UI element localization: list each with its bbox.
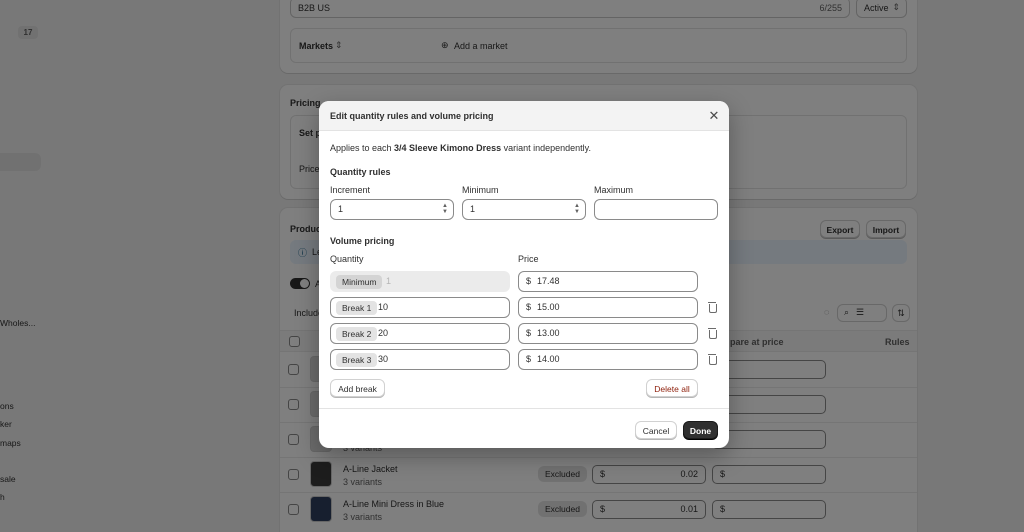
- delete-icon[interactable]: [707, 354, 717, 365]
- quantity-tag: Minimum: [336, 275, 383, 289]
- price-input[interactable]: $ 15.00: [518, 297, 698, 318]
- currency-symbol: $: [526, 328, 532, 338]
- delete-all-button[interactable]: Delete all: [646, 379, 698, 397]
- increment-label: Increment: [330, 185, 371, 195]
- price-input[interactable]: $ 14.00: [518, 349, 698, 370]
- quantity-tag: Break 1: [336, 301, 378, 315]
- done-button[interactable]: Done: [683, 421, 718, 439]
- minimum-label: Minimum: [462, 185, 499, 195]
- quantity-value: 20: [378, 328, 389, 338]
- volume-pricing-heading: Volume pricing: [330, 236, 395, 246]
- quantity-tag: Break 2: [336, 327, 378, 341]
- maximum-input[interactable]: [594, 199, 718, 220]
- currency-symbol: $: [526, 302, 532, 312]
- close-icon[interactable]: ✕: [707, 109, 721, 123]
- quantity-value: 30: [378, 354, 389, 364]
- product-name: 3/4 Sleeve Kimono Dress: [394, 143, 502, 153]
- modal-footer: Cancel Done: [319, 408, 729, 448]
- currency-symbol: $: [526, 276, 532, 286]
- modal-header: Edit quantity rules and volume pricing ✕: [319, 101, 729, 131]
- price-value: 14.00: [537, 354, 560, 364]
- quantity-rules-heading: Quantity rules: [330, 167, 391, 177]
- break-quantity-input[interactable]: Break 2 20: [330, 323, 510, 344]
- quantity-value: 1: [386, 276, 392, 286]
- currency-symbol: $: [526, 354, 532, 364]
- break-quantity-input[interactable]: Break 1 10: [330, 297, 510, 318]
- maximum-label: Maximum: [594, 185, 634, 195]
- increment-value: 1: [338, 204, 344, 214]
- stepper-icon[interactable]: ▲ ▼: [441, 203, 449, 215]
- add-break-button[interactable]: Add break: [330, 379, 385, 397]
- volume-pricing-modal: Edit quantity rules and volume pricing ✕…: [319, 101, 729, 448]
- price-column-label: Price: [518, 254, 539, 264]
- stepper-icon[interactable]: ▲ ▼: [573, 203, 581, 215]
- increment-input[interactable]: 1 ▲ ▼: [330, 199, 454, 220]
- price-input[interactable]: $ 17.48: [518, 271, 698, 292]
- minimum-quantity-input: Minimum 1: [330, 271, 510, 292]
- quantity-column-label: Quantity: [330, 254, 364, 264]
- minimum-input[interactable]: 1 ▲ ▼: [462, 199, 586, 220]
- price-input[interactable]: $ 13.00: [518, 323, 698, 344]
- price-value: 13.00: [537, 328, 560, 338]
- delete-icon[interactable]: [707, 302, 717, 313]
- modal-intro: Applies to each 3/4 Sleeve Kimono Dress …: [330, 143, 592, 153]
- cancel-button[interactable]: Cancel: [635, 421, 677, 439]
- minimum-value: 1: [470, 204, 476, 214]
- break-quantity-input[interactable]: Break 3 30: [330, 349, 510, 370]
- quantity-value: 10: [378, 302, 389, 312]
- quantity-tag: Break 3: [336, 353, 378, 367]
- price-value: 17.48: [537, 276, 560, 286]
- modal-title: Edit quantity rules and volume pricing: [330, 111, 494, 121]
- delete-icon[interactable]: [707, 328, 717, 339]
- price-value: 15.00: [537, 302, 560, 312]
